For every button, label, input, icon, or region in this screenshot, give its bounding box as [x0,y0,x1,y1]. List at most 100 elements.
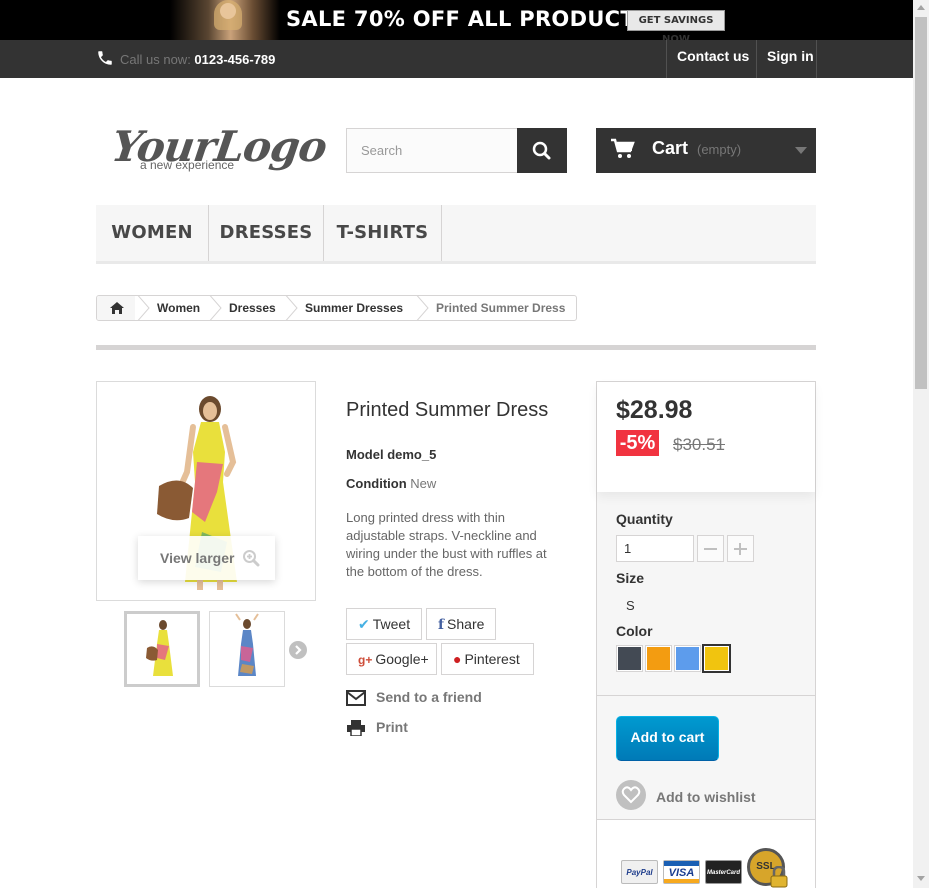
color-label: Color [616,623,653,639]
search-button[interactable] [517,128,567,173]
box-divider [597,695,815,696]
scroll-down-arrow[interactable] [917,876,925,881]
page: SALE 70% OFF ALL PRODUCTS GET SAVINGS NO… [0,0,929,888]
paypal-logo: PayPal [621,860,658,884]
scrollbar-thumb[interactable] [915,17,927,389]
pinterest-button[interactable]: ● Pinterest [441,643,534,675]
facebook-share-button[interactable]: f Share [426,608,496,640]
size-value[interactable]: S [626,598,635,613]
buy-box: $28.98 -5% $30.51 Quantity Size S Color … [596,381,816,888]
promo-model-photo [170,0,280,40]
cart-status: (empty) [697,142,742,157]
thumbnail-image [235,613,259,676]
heart-icon [621,786,641,804]
condition-value: New [410,476,437,491]
size-label: Size [616,570,645,586]
breadcrumb: Women Dresses Summer Dresses Printed Sum… [96,295,577,321]
quantity-increase-button[interactable] [727,535,754,562]
header-bar: Call us now: 0123-456-789 Contact us Sig… [0,40,913,78]
pinterest-label: Pinterest [464,651,520,667]
cart-label: Cart [652,138,689,158]
google-plus-icon: g+ [358,653,373,667]
twitter-icon: ✔ [358,616,370,632]
breadcrumb-dresses[interactable]: Dresses [229,301,276,315]
vertical-scrollbar[interactable] [913,0,929,888]
google-plus-button[interactable]: g+ Google+ [346,643,437,675]
send-to-friend-label: Send to a friend [376,689,482,705]
quantity-input[interactable] [616,535,694,562]
thumbnail-2[interactable] [209,611,285,687]
main-menu: WOMEN DRESSES T-SHIRTS [96,205,816,264]
breadcrumb-separator [135,296,150,320]
mastercard-logo: MasterCard [705,860,742,884]
old-price: $30.51 [673,435,725,454]
model-label: Model [346,447,384,462]
sign-in-link[interactable]: Sign in [756,40,817,78]
section-divider [96,345,816,350]
product-description: Long printed dress with thin adjustable … [346,510,547,579]
lock-icon [770,866,788,888]
envelope-icon [346,690,366,706]
menu-item-tshirts[interactable]: T-SHIRTS [324,205,442,261]
price-box: $28.98 -5% $30.51 [597,382,815,492]
wishlist-button[interactable] [616,780,646,810]
call-us-text: Call us now: 0123-456-789 [120,52,275,67]
phone-icon [98,51,112,65]
chevron-right-icon [295,645,302,655]
site-logo[interactable]: YourLogo a new experience [109,122,330,177]
breadcrumb-separator [414,296,429,320]
payment-methods: PayPal VISA MasterCard SSL [597,819,815,888]
color-swatch[interactable] [674,645,701,672]
chevron-down-icon [795,147,807,154]
breadcrumb-current: Printed Summer Dress [436,301,566,315]
thumbnail-next-button[interactable] [289,641,307,659]
color-swatch[interactable] [702,644,731,673]
breadcrumb-separator [283,296,298,320]
promo-banner[interactable]: SALE 70% OFF ALL PRODUCTS GET SAVINGS NO… [0,0,913,40]
view-larger-label: View larger [160,550,235,566]
thumbnail-1[interactable] [124,611,200,687]
contact-us-link[interactable]: Contact us [666,40,757,78]
menu-item-dresses[interactable]: DRESSES [209,205,324,261]
product-condition: Condition New [346,476,436,491]
get-savings-button[interactable]: GET SAVINGS NOW [627,10,725,40]
add-to-wishlist-link[interactable]: Add to wishlist [656,789,756,805]
call-us-label: Call us now: [120,52,195,67]
product-model: Model demo_5 [346,447,436,462]
zoom-in-icon [243,550,260,567]
product-title: Printed Summer Dress [346,399,549,421]
thumbnail-image [146,620,173,676]
pinterest-icon: ● [453,651,462,667]
quantity-label: Quantity [616,511,673,527]
share-label: Share [447,616,485,632]
promo-text: SALE 70% OFF ALL PRODUCTS [286,7,651,31]
logo-tagline: a new experience [140,158,235,172]
print-label: Print [376,719,408,735]
product-main-image[interactable]: View larger [96,381,316,601]
search-box [346,128,567,173]
printer-icon [347,720,365,736]
tweet-label: Tweet [372,616,411,632]
add-to-cart-button[interactable]: Add to cart [616,716,719,761]
model-value: demo_5 [387,447,437,462]
phone-number: 0123-456-789 [194,52,276,67]
breadcrumb-separator [207,296,222,320]
search-icon [532,141,551,160]
breadcrumb-women[interactable]: Women [157,301,200,315]
condition-label: Condition [346,476,407,491]
product-price: $28.98 [616,396,693,424]
breadcrumb-summer-dresses[interactable]: Summer Dresses [305,301,403,315]
search-input[interactable] [347,129,517,172]
view-larger-button[interactable]: View larger [138,536,275,580]
discount-badge: -5% [616,430,659,456]
cart-icon [611,138,635,158]
color-swatch[interactable] [616,645,643,672]
color-swatch[interactable] [645,645,672,672]
tweet-button[interactable]: ✔ Tweet [346,608,422,640]
visa-logo: VISA [663,860,700,884]
google-plus-label: Google+ [375,651,429,667]
scroll-up-arrow[interactable] [917,5,925,10]
cart-button[interactable]: Cart (empty) [596,128,816,173]
menu-item-women[interactable]: WOMEN [96,205,209,261]
quantity-decrease-button[interactable] [697,535,724,562]
